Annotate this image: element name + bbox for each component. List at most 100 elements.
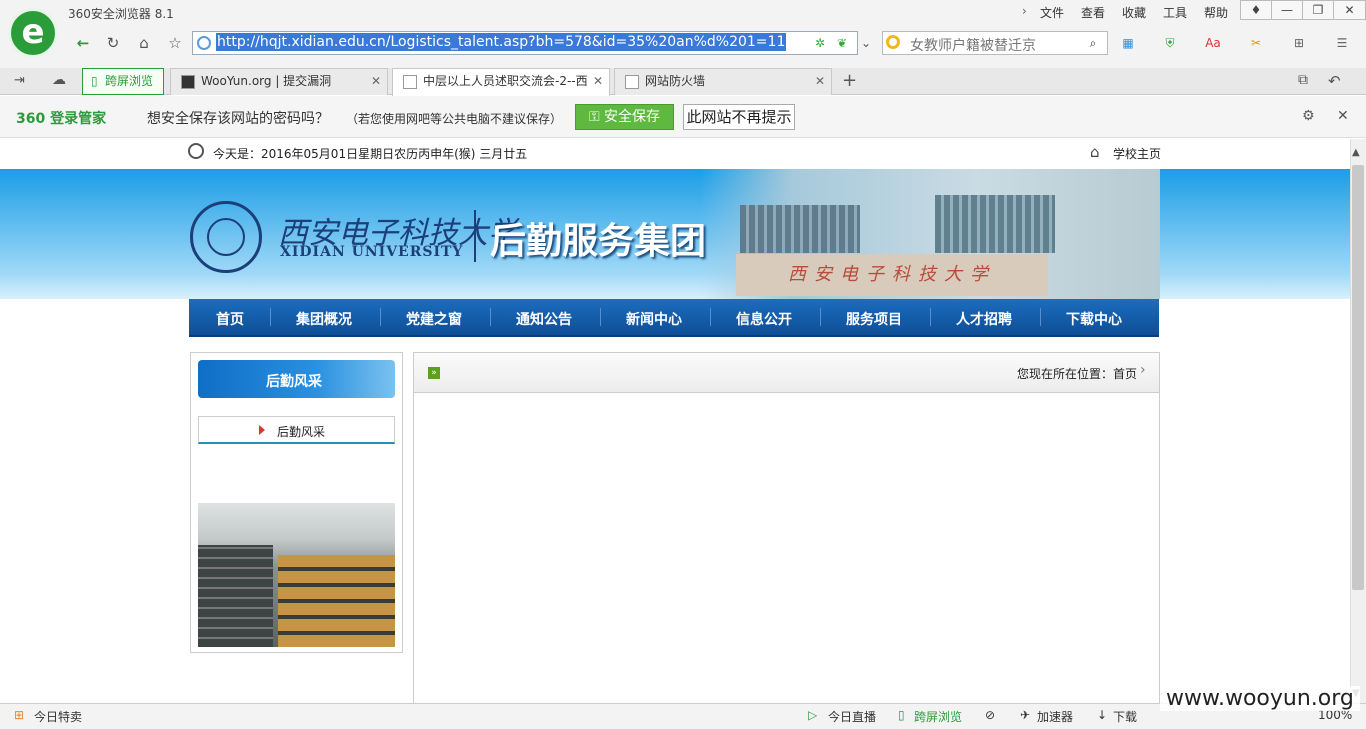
nav-download[interactable]: 下载中心	[1066, 309, 1122, 329]
nav-separator	[600, 308, 601, 326]
divider	[474, 210, 476, 262]
cloud-icon[interactable]: ☁	[52, 72, 66, 88]
translate-icon[interactable]: Aa	[1205, 36, 1221, 50]
building-image	[740, 205, 860, 253]
leaf-icon[interactable]: ❦	[834, 36, 850, 50]
menu-view[interactable]: 查看	[1081, 4, 1105, 21]
tab-label: 中层以上人员述职交流会-2--西	[423, 74, 588, 88]
never-for-site-button[interactable]: 此网站不再提示	[683, 104, 795, 130]
accelerator-link[interactable]: 加速器	[1037, 708, 1073, 725]
main-content	[413, 352, 1160, 704]
today-sale-link[interactable]: 今日特卖	[34, 708, 82, 725]
url-text[interactable]: http://hqjt.xidian.edu.cn/Logistics_tale…	[216, 33, 787, 51]
menu-help[interactable]: 帮助	[1204, 4, 1228, 21]
clock-icon	[188, 143, 204, 159]
page-favicon-icon	[403, 75, 417, 89]
arrow-icon	[259, 425, 265, 435]
scrollbar-thumb[interactable]	[1352, 165, 1364, 590]
secure-icon[interactable]: ✲	[812, 36, 828, 50]
close-window-button[interactable]: ✕	[1333, 0, 1366, 20]
save-password-button[interactable]: ⚿ 安全保存	[575, 104, 674, 130]
nav-notices[interactable]: 通知公告	[516, 309, 572, 329]
save-password-label: 安全保存	[604, 109, 661, 125]
chevron-down-icon[interactable]: ⌄	[858, 36, 874, 50]
star-icon[interactable]: ☆	[164, 34, 186, 52]
university-name-en: XIDIAN UNIVERSITY	[280, 244, 464, 260]
nav-separator	[380, 308, 381, 326]
phone-icon: ▯	[91, 74, 98, 88]
stone-inscription: 西安电子科技大学	[736, 254, 1048, 296]
gift-icon: ⊞	[14, 708, 25, 722]
nav-separator	[820, 308, 821, 326]
tab-active[interactable]: 中层以上人员述职交流会-2--西 ✕	[392, 68, 610, 96]
close-tab-icon[interactable]: ✕	[371, 69, 381, 94]
browser-logo-icon[interactable]: e	[8, 8, 58, 58]
nav-overview[interactable]: 集团概况	[296, 309, 352, 329]
sidebar-title: 后勤风采	[266, 374, 322, 390]
tab-label: 跨屏浏览	[105, 74, 154, 88]
minimize-button[interactable]: —	[1271, 0, 1303, 20]
sidebar-toggle-icon[interactable]: ⇥	[14, 73, 25, 88]
nav-home[interactable]: 首页	[216, 309, 244, 329]
nav-recruit[interactable]: 人才招聘	[956, 309, 1012, 329]
refresh-icon[interactable]: ↻	[102, 34, 124, 52]
game-icon[interactable]: ⊞	[1291, 36, 1307, 50]
login-manager-brand: 360 登录管家	[16, 111, 107, 127]
date-text: 今天是：2016年05月01日星期日农历丙申年(猴) 三月廿五	[213, 147, 528, 161]
page-favicon-icon	[625, 75, 639, 89]
home-icon[interactable]: ⌂	[133, 34, 155, 52]
close-tab-icon[interactable]: ✕	[815, 69, 825, 94]
scroll-up-icon[interactable]: ▲	[1352, 147, 1360, 158]
menu-tools[interactable]: 工具	[1163, 4, 1187, 21]
search-engine-icon[interactable]	[886, 35, 900, 49]
nav-separator	[710, 308, 711, 326]
chevron-right-icon: ›	[1140, 362, 1146, 378]
download-icon: ↓	[1097, 708, 1108, 722]
menu-file[interactable]: 文件	[1040, 4, 1064, 21]
tab-list-icon[interactable]: ⧉	[1298, 72, 1308, 88]
maximize-button[interactable]: ❐	[1302, 0, 1334, 20]
skin-icon[interactable]: ♦	[1240, 0, 1272, 20]
screenshot-icon[interactable]: ✂	[1248, 36, 1264, 50]
building-image	[278, 555, 395, 647]
speed-icon[interactable]: ⊘	[985, 708, 995, 722]
chevron-right-icon[interactable]: ›	[1022, 4, 1027, 18]
new-tab-icon[interactable]: +	[842, 70, 857, 91]
tab-firewall[interactable]: 网站防火墙 ✕	[614, 68, 832, 95]
nav-services[interactable]: 服务项目	[846, 309, 902, 329]
sidebar-item-label[interactable]: 后勤风采	[277, 423, 325, 440]
nav-info[interactable]: 信息公开	[736, 309, 792, 329]
title-bar	[0, 0, 1366, 26]
tab-wooyun[interactable]: WooYun.org | 提交漏洞 ✕	[170, 68, 388, 95]
nav-news[interactable]: 新闻中心	[626, 309, 682, 329]
close-tab-icon[interactable]: ✕	[593, 69, 603, 94]
app-title: 360安全浏览器 8.1	[68, 7, 174, 21]
close-bar-icon[interactable]: ✕	[1337, 108, 1349, 124]
house-icon: ⌂	[1090, 143, 1100, 161]
password-prompt-message: 想安全保存该网站的密码吗？	[147, 111, 329, 127]
tab-label: WooYun.org | 提交漏洞	[201, 74, 332, 88]
shield-icon[interactable]: ⛨	[1162, 36, 1178, 50]
tab-cross-screen[interactable]: 跨屏浏览 ▯	[82, 68, 164, 95]
search-icon[interactable]: ⌕	[1085, 36, 1101, 50]
today-live-link[interactable]: 今日直播	[828, 708, 876, 725]
nav-separator	[930, 308, 931, 326]
gear-icon[interactable]: ⚙	[1302, 108, 1315, 124]
tab-label: 网站防火墙	[645, 74, 706, 88]
apps-icon[interactable]: ▦	[1120, 36, 1136, 50]
nav-separator	[490, 308, 491, 326]
university-seal-icon[interactable]	[190, 201, 262, 273]
menu-icon[interactable]: ☰	[1334, 36, 1350, 50]
nav-separator	[270, 308, 271, 326]
undo-close-icon[interactable]: ↶	[1328, 72, 1341, 90]
phone-icon: ▯	[898, 708, 905, 722]
download-link[interactable]: 下载	[1113, 708, 1137, 725]
play-icon: ▷	[808, 708, 818, 722]
back-icon[interactable]: ←	[72, 34, 94, 52]
cross-screen-link[interactable]: 跨屏浏览	[914, 708, 962, 725]
search-input[interactable]: 女教师户籍被替迁京	[910, 35, 1036, 55]
menu-favorites[interactable]: 收藏	[1122, 4, 1146, 21]
nav-party[interactable]: 党建之窗	[406, 309, 462, 329]
school-home-link[interactable]: 学校主页	[1113, 145, 1161, 162]
password-prompt-note: （若您使用网吧等公共电脑不建议保存）	[346, 112, 563, 126]
